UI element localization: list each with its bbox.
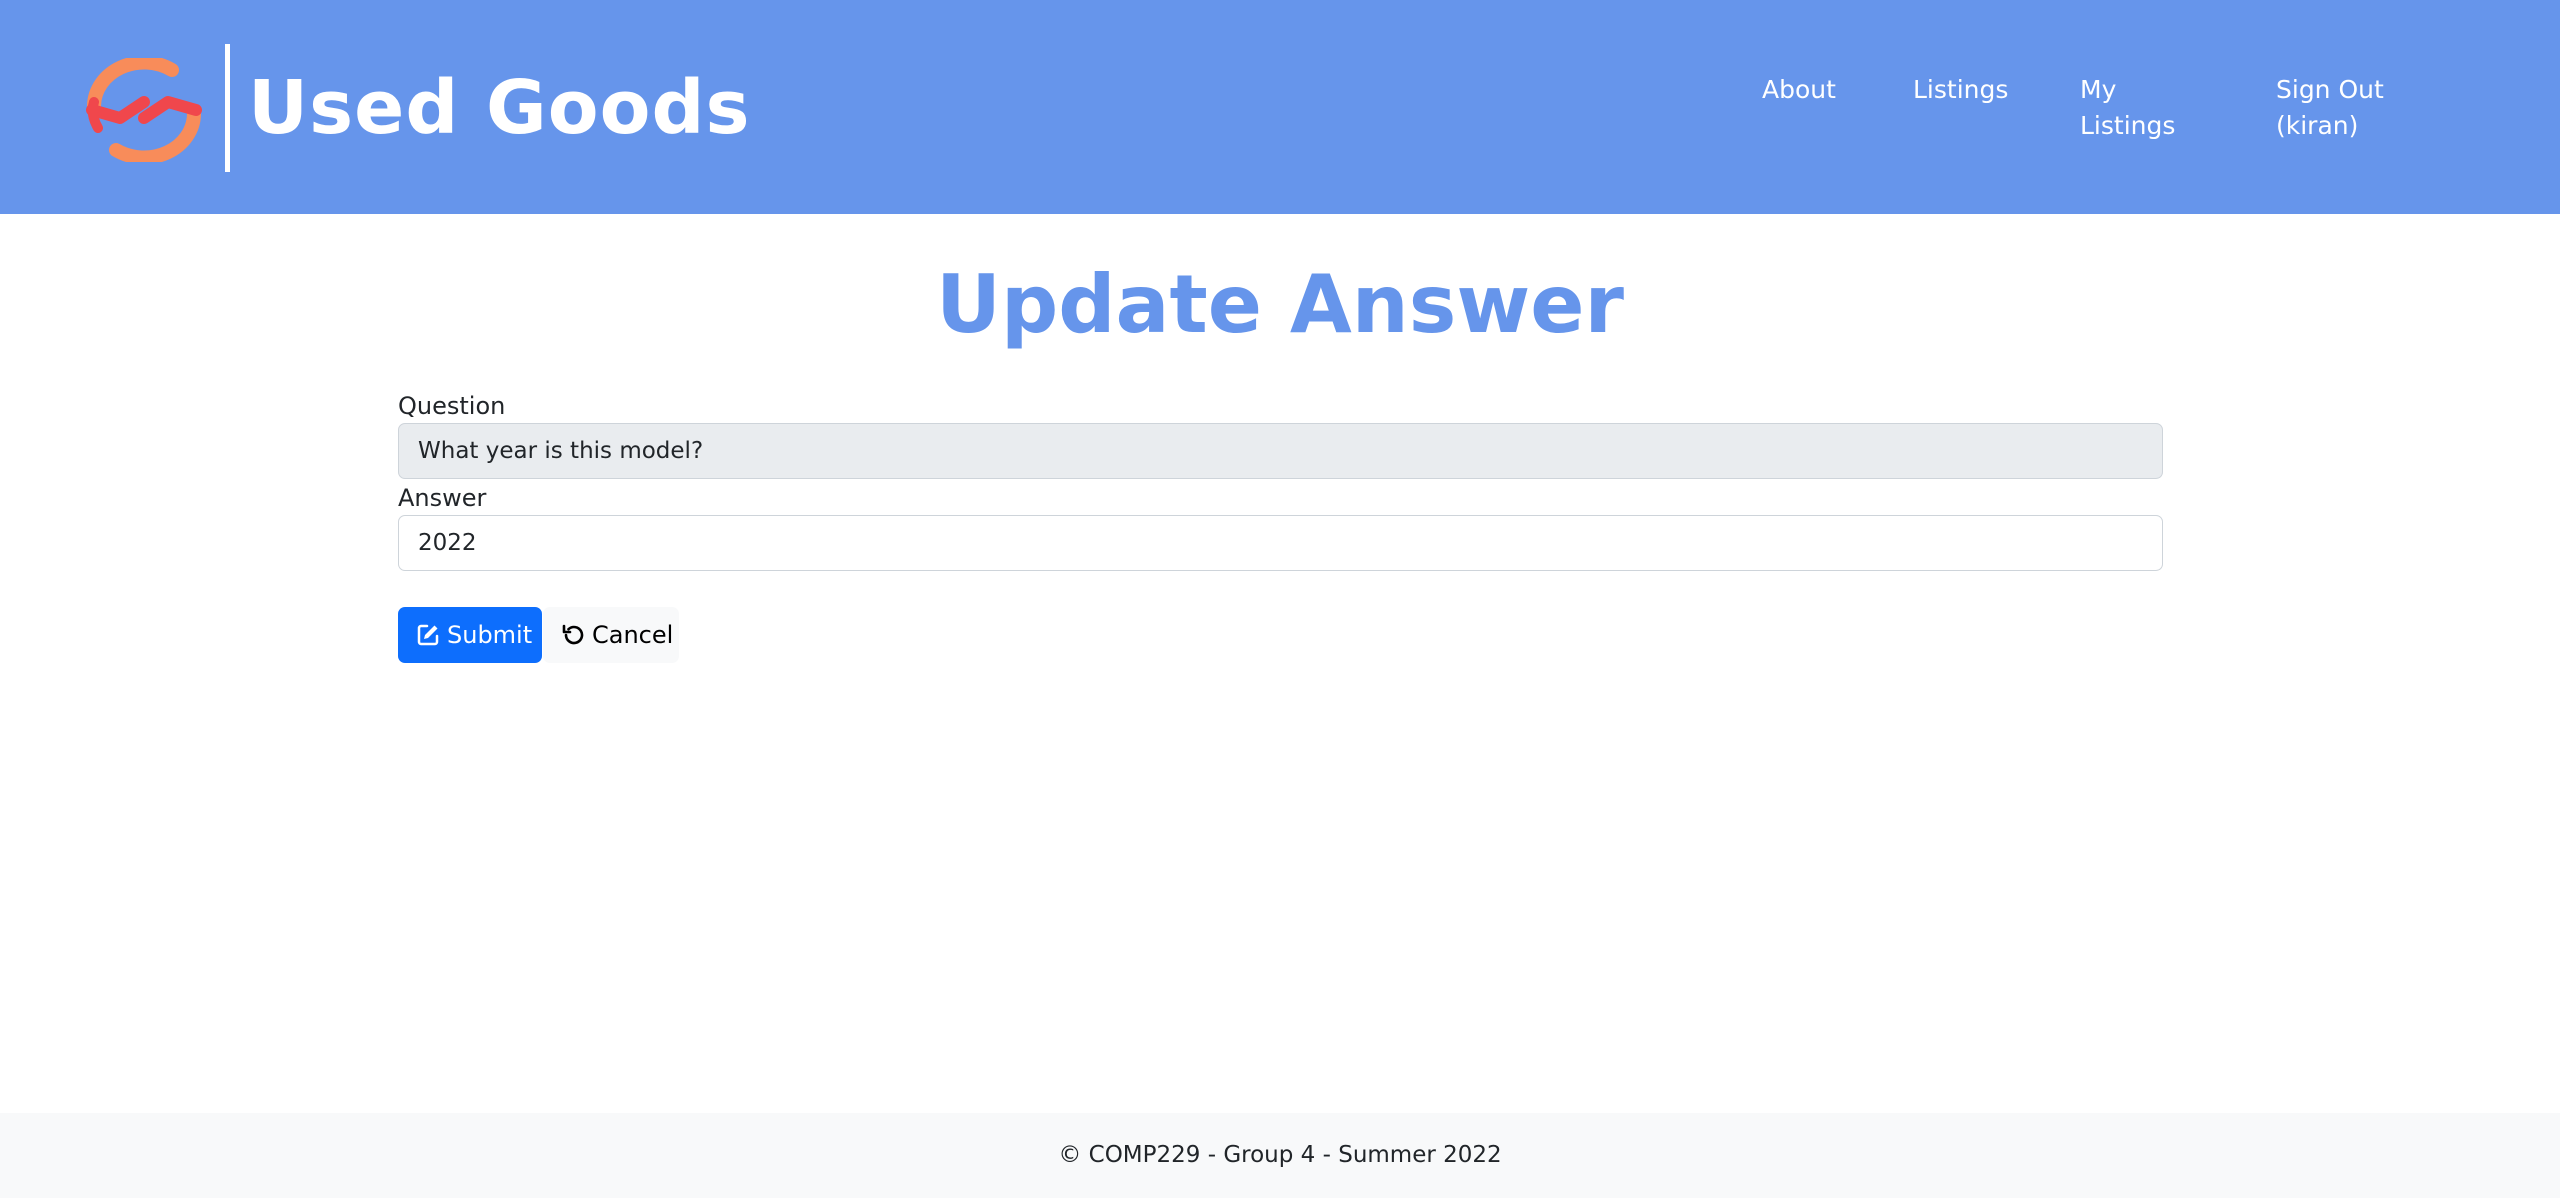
submit-button[interactable]: Submit [398, 607, 542, 663]
answer-label: Answer [398, 484, 487, 512]
undo-icon [562, 624, 584, 645]
site-header: Used Goods About Listings My Listings Si… [0, 0, 2560, 214]
submit-label: Submit [447, 621, 533, 649]
answer-field[interactable] [398, 515, 2163, 571]
logo-divider [225, 44, 230, 172]
nav-listings[interactable]: Listings [1913, 72, 2008, 108]
cancel-label: Cancel [592, 621, 674, 649]
question-label: Question [398, 392, 506, 420]
footer-text: © COMP229 - Group 4 - Summer 2022 [1058, 1142, 1502, 1168]
nav-my-listings[interactable]: My Listings [2080, 72, 2210, 144]
brand-name[interactable]: Used Goods [248, 56, 751, 160]
edit-icon [417, 624, 439, 646]
cancel-button[interactable]: Cancel [543, 607, 679, 663]
site-footer: © COMP229 - Group 4 - Summer 2022 [0, 1113, 2560, 1198]
nav-sign-out[interactable]: Sign Out (kiran) [2276, 72, 2436, 144]
nav-about[interactable]: About [1762, 72, 1836, 108]
page-title: Update Answer [936, 258, 1624, 351]
logo-icon[interactable] [80, 58, 208, 162]
question-field[interactable] [398, 423, 2163, 479]
